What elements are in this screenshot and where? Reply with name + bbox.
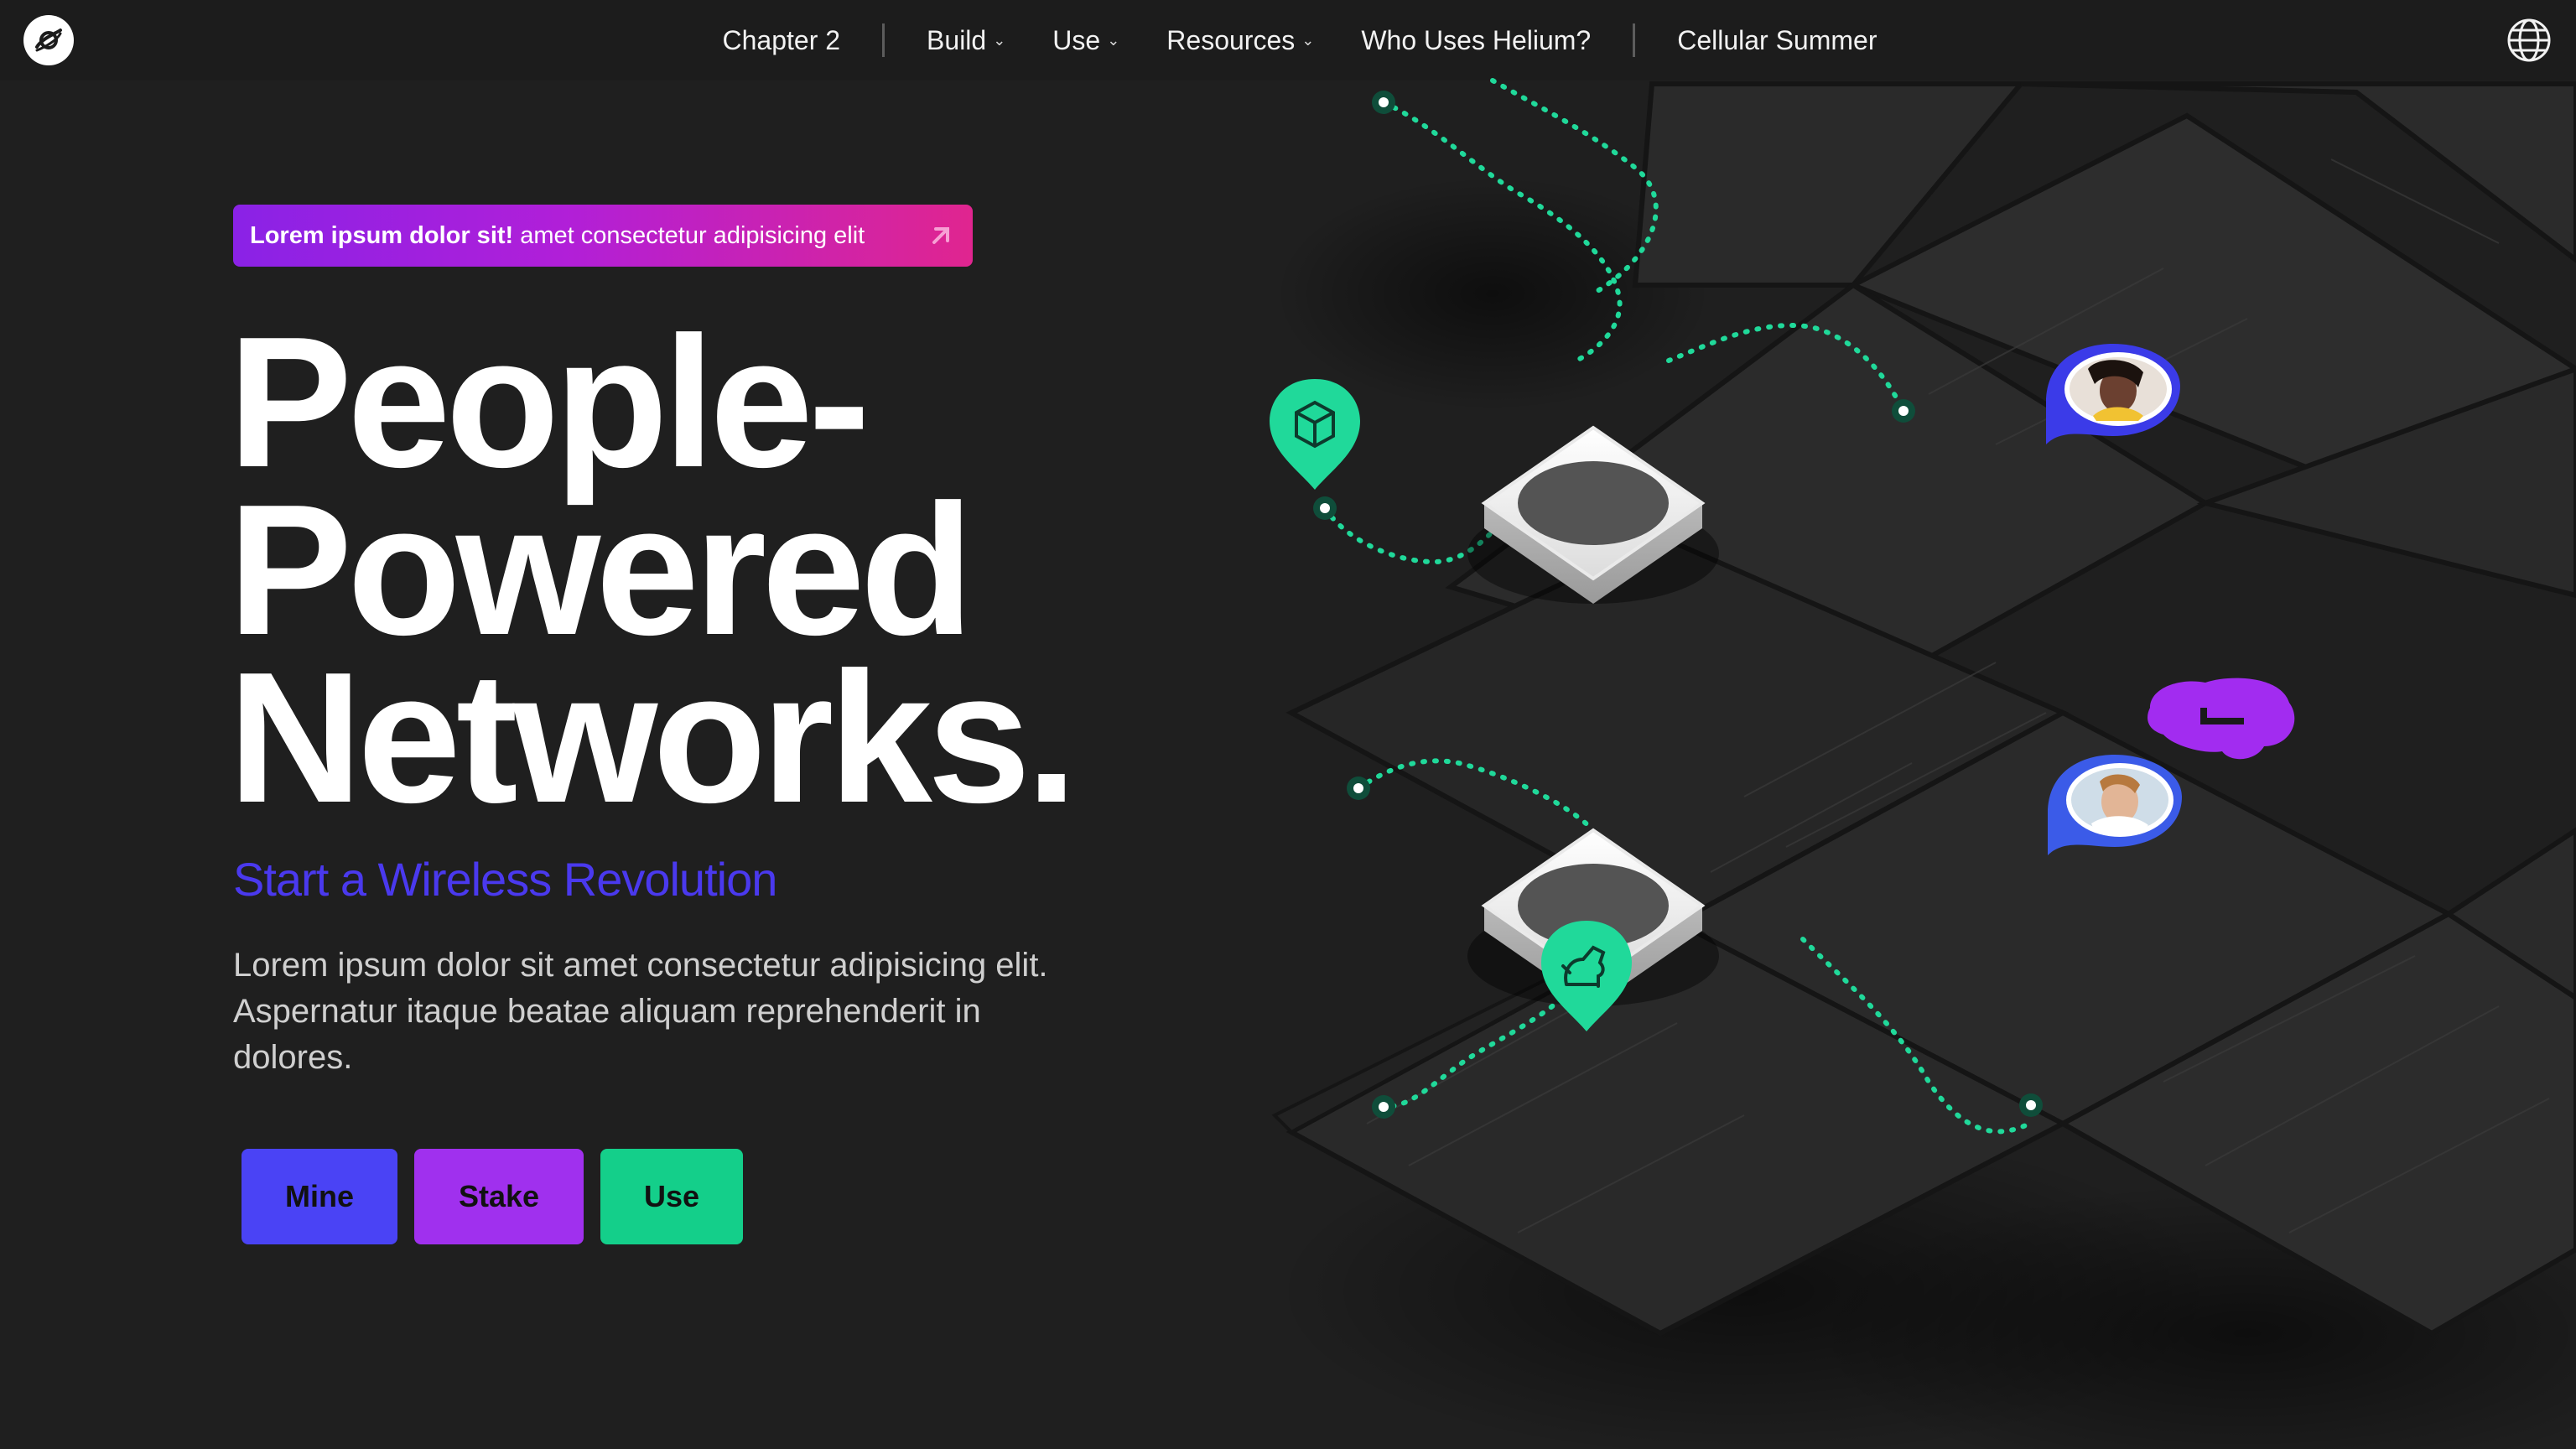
package-pin-icon xyxy=(1270,379,1360,490)
chevron-down-icon: ⌄ xyxy=(1107,31,1120,49)
stake-button[interactable]: Stake xyxy=(414,1149,584,1244)
hero-subtitle: Start a Wireless Revolution xyxy=(233,853,777,906)
nav-item-chapter-2[interactable]: Chapter 2 xyxy=(723,25,841,56)
nav-item-cellular-summer[interactable]: Cellular Summer xyxy=(1677,25,1877,56)
hero-title-line: Networks. xyxy=(228,634,1078,842)
nav-links: Chapter 2 Build ⌄ Use ⌄ Resources ⌄ Who … xyxy=(0,0,2576,80)
hero-title-line: People- xyxy=(228,299,870,506)
hero-title-line: Powered xyxy=(228,466,974,674)
nav-label: Build xyxy=(927,24,987,55)
nav-label: Who Uses Helium? xyxy=(1361,24,1592,55)
banner-text: amet consectetur adipisicing elit xyxy=(520,221,865,249)
nav-item-use[interactable]: Use ⌄ xyxy=(1052,25,1119,56)
cta-buttons: Mine Stake Use xyxy=(242,1149,760,1244)
hero-description: Lorem ipsum dolor sit amet consectetur a… xyxy=(233,947,1048,1076)
use-button[interactable]: Use xyxy=(600,1149,743,1244)
nav-divider xyxy=(882,23,886,57)
chevron-down-icon: ⌄ xyxy=(993,31,1006,49)
hero-title: People- Powered Networks. xyxy=(228,299,1234,842)
banner-bold-text: Lorem ipsum dolor sit! xyxy=(250,221,514,249)
mine-button[interactable]: Mine xyxy=(242,1149,397,1244)
nav-label: Cellular Summer xyxy=(1677,24,1877,55)
top-navigation: Chapter 2 Build ⌄ Use ⌄ Resources ⌄ Who … xyxy=(0,0,2576,80)
nav-label: Chapter 2 xyxy=(722,24,841,55)
globe-icon[interactable] xyxy=(2504,15,2554,65)
nav-item-who-uses-helium[interactable]: Who Uses Helium? xyxy=(1361,25,1591,56)
nav-label: Resources xyxy=(1166,24,1296,55)
network-map-illustration xyxy=(1270,78,2576,1449)
nav-item-build[interactable]: Build ⌄ xyxy=(927,25,1005,56)
chat-bubble-icon xyxy=(2148,678,2295,760)
nav-divider xyxy=(1633,23,1636,57)
announcement-banner[interactable]: Lorem ipsum dolor sit! amet consectetur … xyxy=(233,205,973,267)
chevron-down-icon: ⌄ xyxy=(1301,31,1315,49)
arrow-up-right-icon xyxy=(932,227,949,244)
nav-item-resources[interactable]: Resources ⌄ xyxy=(1166,25,1314,56)
avatar xyxy=(2046,344,2180,444)
nav-label: Use xyxy=(1052,24,1101,55)
